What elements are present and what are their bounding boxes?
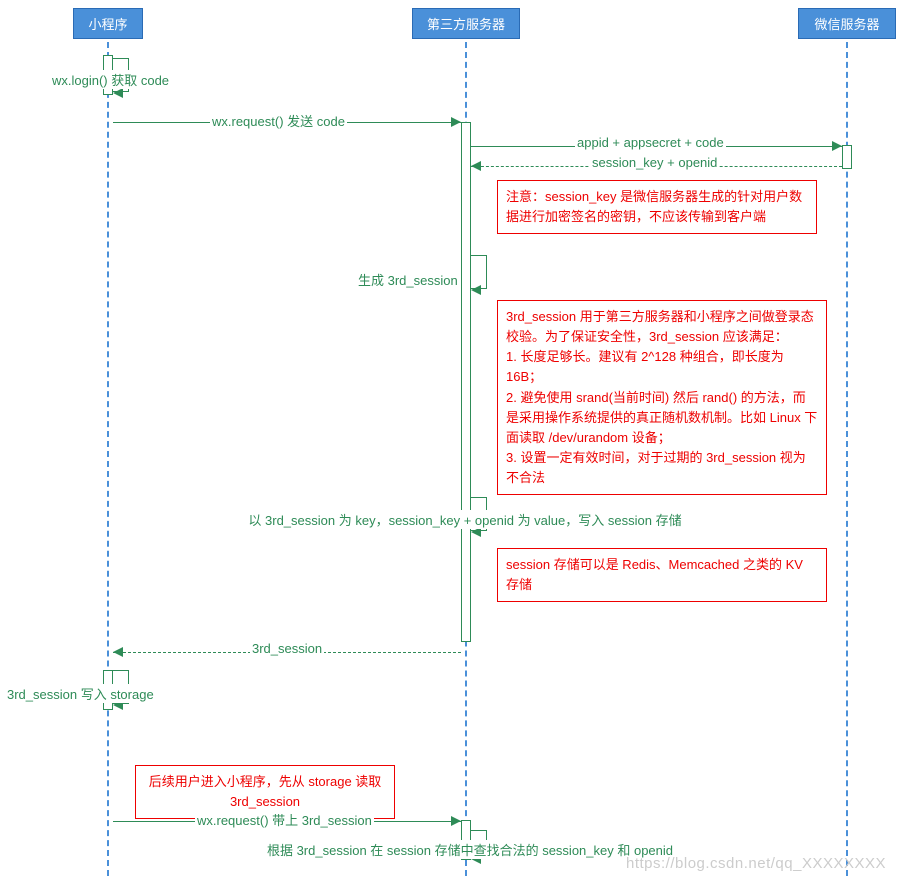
label-gen-3rd: 生成 3rd_session bbox=[356, 270, 460, 289]
label-wx-request-3rd: wx.request() 带上 3rd_session bbox=[195, 810, 374, 829]
note-session-key-warning: 注意：session_key 是微信服务器生成的针对用户数据进行加密签名的密钥，… bbox=[497, 180, 817, 234]
arrowhead-appid-secret bbox=[832, 141, 842, 151]
label-appid-secret: appid + appsecret + code bbox=[575, 135, 726, 150]
arrowhead-wx-login bbox=[113, 88, 123, 98]
note-3rd-session-rules: 3rd_session 用于第三方服务器和小程序之间做登录态校验。为了保证安全性… bbox=[497, 300, 827, 495]
note2-line1: 3rd_session 用于第三方服务器和小程序之间做登录态校验。为了保证安全性… bbox=[506, 309, 814, 344]
label-session-key-openid: session_key + openid bbox=[590, 155, 719, 170]
lifeline-miniprogram bbox=[107, 32, 109, 876]
activation-srv-1 bbox=[461, 122, 471, 642]
activation-wx-1 bbox=[842, 145, 852, 169]
note2-line2: 1. 长度足够长。建议有 2^128 种组合，即长度为 16B； bbox=[506, 349, 784, 384]
note2-line3: 2. 避免使用 srand(当前时间) 然后 rand() 的方法，而是采用操作… bbox=[506, 390, 817, 445]
label-write-session-store: 以 3rd_session 为 key，session_key + openid… bbox=[225, 510, 705, 529]
note-session-store-options: session 存储可以是 Redis、Memcached 之类的 KV 存储 bbox=[497, 548, 827, 602]
label-wx-login: wx.login() 获取 code bbox=[50, 70, 171, 89]
arrowhead-return-3rd bbox=[113, 647, 123, 657]
note2-line4: 3. 设置一定有效时间，对于过期的 3rd_session 视为不合法 bbox=[506, 450, 806, 485]
arrowhead-wx-request-3rd bbox=[451, 816, 461, 826]
arrowhead-session-key-openid bbox=[471, 161, 481, 171]
arrowhead-gen-3rd bbox=[471, 285, 481, 295]
label-return-3rd: 3rd_session bbox=[250, 641, 324, 656]
watermark-text: https://blog.csdn.net/qq_XXXXXXXX bbox=[626, 855, 886, 872]
label-wx-request-code: wx.request() 发送 code bbox=[210, 111, 347, 130]
self-gen-3rd bbox=[471, 255, 487, 289]
arrowhead-wx-request-code bbox=[451, 117, 461, 127]
label-write-storage: 3rd_session 写入 storage bbox=[5, 684, 156, 703]
